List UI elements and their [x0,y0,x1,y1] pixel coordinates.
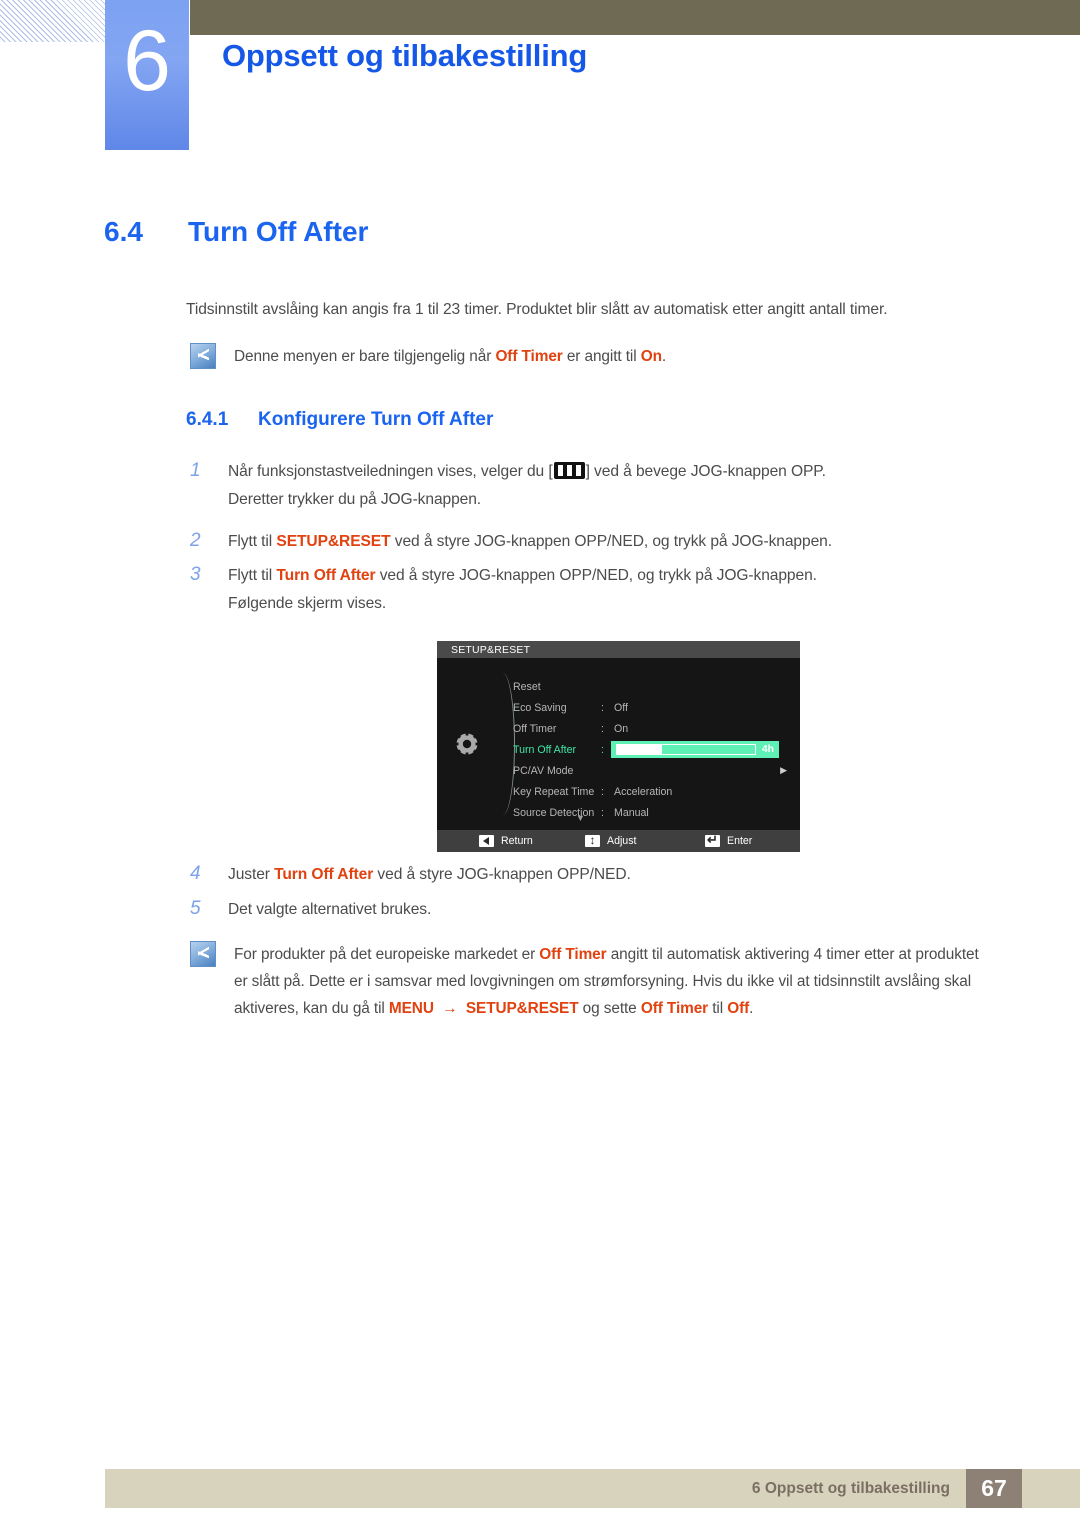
inline-highlight: Off Timer [640,1000,709,1017]
menu-bars-icon [553,462,585,479]
osd-title: SETUP&RESET [437,641,800,658]
step-text: Når funksjonstastveiledningen vises, vel… [228,462,826,508]
chevron-right-icon: ▶ [780,765,787,775]
osd-row-key-repeat-time[interactable]: Key Repeat Time : Acceleration [513,781,793,802]
inline-highlight: SETUP&RESET [465,1000,579,1017]
osd-row-off-timer[interactable]: Off Timer : On [513,718,793,739]
osd-row-turn-off-after[interactable]: Turn Off After : 4h [513,739,793,760]
slider-track [616,744,756,755]
osd-row-label: Eco Saving [513,701,567,714]
step-text: Flytt til Turn Off After ved å styre JOG… [228,567,817,612]
step-number: 3 [190,564,201,585]
note-top-text: Denne menyen er bare tilgjengelig når Of… [234,348,667,365]
step-item: 1 Når funksjonstastveiledningen vises, v… [190,458,1020,514]
osd-row-colon: : [601,722,604,735]
turn-off-after-slider[interactable]: 4h [611,741,779,758]
osd-row-label: Key Repeat Time [513,785,595,798]
subsection-title: Konfigurere Turn Off After [258,409,494,430]
step-item: 5 Det valgte alternativet brukes. [190,896,1020,924]
note-pencil-icon [190,343,216,369]
inline-highlight: Turn Off After [276,567,376,584]
footer-chapter-label: 6 Oppsett og tilbakestilling [751,1479,950,1497]
inline-highlight: Off Timer [539,946,607,963]
subsection-number: 6.4.1 [186,409,229,430]
osd-row-value: Off [614,701,628,714]
osd-footer-label: Adjust [607,835,637,847]
inline-highlight: Off Timer [495,348,563,365]
inline-highlight: SETUP&RESET [276,533,391,550]
step-item: 4 Juster Turn Off After ved å styre JOG-… [190,861,1020,889]
inline-highlight: Turn Off After [274,866,374,883]
note-pencil-icon [190,941,216,967]
osd-row-list: Reset Eco Saving : Off Off Timer : On Tu… [513,676,793,823]
page: 6 Oppsett og tilbakestilling 6.4 Turn Of… [0,0,1080,1527]
osd-footer-label: Enter [727,835,753,847]
slider-value: 4h [761,744,774,755]
osd-row-label: Turn Off After [513,743,576,756]
section-number: 6.4 [104,216,143,247]
osd-row-value: Manual [614,806,649,819]
osd-row-label: PC/AV Mode [513,764,574,777]
osd-row-colon: : [601,806,604,819]
osd-row-pc-av-mode[interactable]: PC/AV Mode ▶ [513,760,793,781]
enter-key-icon [705,832,720,848]
note-top: Denne menyen er bare tilgjengelig når Of… [190,343,980,370]
chapter-number: 6 [123,13,171,109]
osd-row-eco-saving[interactable]: Eco Saving : Off [513,697,793,718]
subsection-heading: 6.4.1 Konfigurere Turn Off After [186,409,493,431]
step-text: Det valgte alternativet brukes. [228,901,432,918]
decorative-hatch-pattern [0,0,108,42]
osd-row-label: Source Detection [513,806,595,819]
inline-highlight: On [640,348,662,365]
slider-fill [617,745,663,754]
step-number: 2 [190,530,201,551]
osd-row-colon: : [601,701,604,714]
section-intro-paragraph: Tidsinnstilt avslåing kan angis fra 1 ti… [186,301,888,318]
inline-highlight: Off [727,1000,750,1017]
osd-footer-enter[interactable]: Enter [705,832,800,848]
step-text: Juster Turn Off After ved å styre JOG-kn… [228,866,631,883]
osd-footer-adjust[interactable]: Adjust [585,833,705,848]
step-text: Flytt til SETUP&RESET ved å styre JOG-kn… [228,533,832,550]
osd-row-label: Reset [513,680,541,693]
section-heading: 6.4 Turn Off After [104,216,368,248]
osd-row-value: Acceleration [614,785,673,798]
arrow-glyph: → [442,1000,458,1017]
step-number: 1 [190,460,201,481]
step-item: 2 Flytt til SETUP&RESET ved å styre JOG-… [190,528,1020,556]
osd-row-source-detection[interactable]: Source Detection : Manual [513,802,793,823]
osd-row-label: Off Timer [513,722,557,735]
osd-row-colon: : [601,785,604,798]
section-title: Turn Off After [188,216,369,247]
inline-highlight: MENU [388,1000,434,1017]
step-item: 3 Flytt til Turn Off After ved å styre J… [190,562,1020,618]
note-bottom: For produkter på det europeiske markedet… [190,941,1000,1022]
osd-row-value: On [614,722,629,735]
osd-footer-bar: Return Adjust Enter [437,830,800,852]
osd-footer-label: Return [501,835,533,847]
step-number: 4 [190,863,201,884]
footer-page-number: 67 [966,1469,1022,1508]
left-arrow-key-icon [479,835,494,847]
header-olive-bar [190,0,1080,35]
osd-body: Reset Eco Saving : Off Off Timer : On Tu… [437,658,800,830]
osd-row-reset[interactable]: Reset [513,676,793,697]
up-down-arrow-key-icon [585,833,600,848]
step-number: 5 [190,898,201,919]
note-bottom-text: For produkter på det europeiske markedet… [234,946,979,1017]
gear-icon [454,731,480,757]
osd-divider-arc [493,673,515,815]
osd-footer-return[interactable]: Return [437,835,585,847]
osd-menu-screenshot: SETUP&RESET Reset Eco Saving: Off Off T… [437,641,800,852]
chevron-down-icon[interactable]: ▼ [576,813,585,823]
chapter-title: Oppsett og tilbakestilling [222,38,588,73]
